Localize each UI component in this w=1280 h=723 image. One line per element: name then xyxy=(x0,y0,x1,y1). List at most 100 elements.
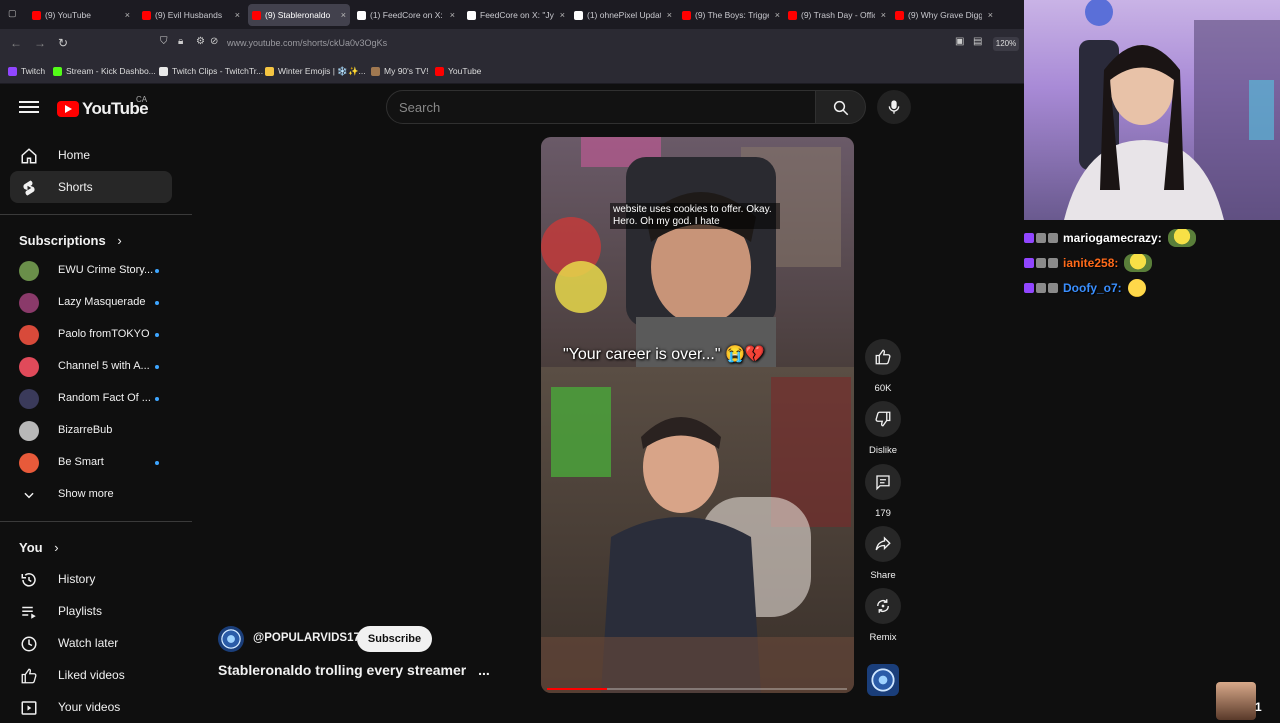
bookmark-label: YouTube xyxy=(448,66,482,76)
webcam-image xyxy=(1064,0,1280,220)
reload-icon[interactable]: ↻ xyxy=(58,36,68,50)
tab-favicon-icon xyxy=(467,10,476,20)
close-tab-icon[interactable]: × xyxy=(881,10,886,20)
browser-tab[interactable]: (9) Why Grave Digg × xyxy=(895,4,993,26)
microphone-icon xyxy=(888,100,900,114)
subscribe-button[interactable]: Subscribe xyxy=(357,626,432,652)
browser-tab[interactable]: (9) Trash Day - Offic × xyxy=(788,4,886,26)
forward-icon[interactable]: → xyxy=(34,36,46,50)
emoji-icon xyxy=(1127,279,1146,297)
sidebar-subscription-item[interactable]: Channel 5 with A... xyxy=(19,356,169,378)
thumbs-down-icon xyxy=(875,411,891,427)
bookmark-item[interactable]: My 90's TV! xyxy=(371,66,428,76)
tab-label: (1) ohnePixel Update xyxy=(587,10,661,20)
channel-avatar xyxy=(19,325,39,345)
youtube-logo[interactable]: YouTube CA xyxy=(57,95,149,119)
video-title[interactable]: Stableronaldo trolling every streamer ..… xyxy=(218,662,490,678)
sidebar-item-your-videos[interactable]: Your videos xyxy=(10,691,172,723)
bookmark-favicon-icon xyxy=(265,67,274,76)
comments-button[interactable]: 179 xyxy=(865,464,901,519)
chat-badge-icon xyxy=(1048,258,1058,268)
sidebar-subscription-item[interactable]: Be Smart xyxy=(19,452,169,474)
close-tab-icon[interactable]: × xyxy=(988,10,993,20)
channel-avatar xyxy=(19,389,39,409)
browser-tab[interactable]: (9) YouTube × xyxy=(32,4,130,26)
like-button[interactable]: 60K xyxy=(865,339,901,394)
url-text[interactable]: www.youtube.com/shorts/ckUa0v3OgKs xyxy=(227,38,387,48)
search-button[interactable] xyxy=(815,90,866,124)
browser-tab[interactable]: (9) Evil Husbands × xyxy=(142,4,240,26)
chat-badge-icon xyxy=(1048,283,1058,293)
sidebar-item-label: Your videos xyxy=(58,700,121,714)
search-icon xyxy=(833,100,849,116)
search-input[interactable]: Search xyxy=(386,90,816,124)
channel-name[interactable]: @POPULARVIDS17 xyxy=(253,632,360,644)
browser-tab[interactable]: (1) FeedCore on X: " × xyxy=(357,4,455,26)
chat-badge-icon xyxy=(1036,283,1046,293)
shorts-video-player[interactable]: website uses cookies to offer. Okay. Her… xyxy=(541,137,854,693)
you-heading[interactable]: You › xyxy=(19,540,59,555)
history-icon xyxy=(21,573,36,587)
back-icon[interactable]: ← xyxy=(10,36,22,50)
bookmark-favicon-icon xyxy=(8,66,17,76)
sidebar-item-label: Shorts xyxy=(58,180,93,194)
tab-favicon-icon xyxy=(32,10,41,20)
channel-avatar xyxy=(19,293,39,313)
share-button[interactable]: Share xyxy=(865,526,901,581)
channel-avatar xyxy=(19,357,39,377)
channel-avatar[interactable] xyxy=(218,626,244,652)
sidebar-subscription-item[interactable]: Paolo fromTOKYO xyxy=(19,324,169,346)
remix-icon xyxy=(877,599,889,613)
sidebar-subscription-item[interactable]: EWU Crime Story... xyxy=(19,260,169,282)
show-more-button[interactable]: Show more xyxy=(19,484,169,506)
close-tab-icon[interactable]: × xyxy=(560,10,565,20)
chevron-right-icon: › xyxy=(54,540,59,555)
shield-icon[interactable]: ⛉ xyxy=(160,36,168,47)
pip-icon[interactable]: ▣ xyxy=(955,36,964,47)
close-tab-icon[interactable]: × xyxy=(775,10,780,20)
browser-url-bar: ← → ↻ ⛉ 🔒︎ ⚙ ⊘ www.youtube.com/shorts/ck… xyxy=(0,30,1024,58)
close-tab-icon[interactable]: × xyxy=(667,10,672,20)
remix-button[interactable]: Remix xyxy=(865,588,901,643)
sidebar-subscription-item[interactable]: Lazy Masquerade xyxy=(19,292,169,314)
sidebar-subscription-item[interactable]: Random Fact Of ... xyxy=(19,388,169,410)
sound-source-thumbnail[interactable] xyxy=(867,664,899,696)
autoplay-blocked-icon[interactable]: ⊘ xyxy=(210,36,218,47)
dislike-button[interactable]: Dislike xyxy=(865,401,901,456)
tab-favicon-icon xyxy=(682,10,691,20)
close-tab-icon[interactable]: × xyxy=(235,10,240,20)
new-content-dot xyxy=(155,365,159,369)
sidebar-item-history[interactable]: History xyxy=(10,563,172,595)
chat-badge-icon xyxy=(1024,258,1034,268)
subscriptions-heading[interactable]: Subscriptions › xyxy=(19,233,122,248)
video-progress-bar[interactable] xyxy=(547,688,847,690)
sidebar-item-label: History xyxy=(58,572,96,586)
bookmark-item[interactable]: Winter Emojis | ❄️✨... xyxy=(265,66,366,77)
close-tab-icon[interactable]: × xyxy=(450,10,455,20)
sidebar-item-watch-later[interactable]: Watch later xyxy=(10,627,172,659)
tab-list-icon[interactable]: ▢ xyxy=(8,8,17,19)
permissions-icon[interactable]: ⚙ xyxy=(196,36,205,47)
browser-tab[interactable]: (9) The Boys: Trigger × xyxy=(682,4,780,26)
close-tab-icon[interactable]: × xyxy=(341,10,346,20)
browser-tab[interactable]: (1) ohnePixel Update × xyxy=(574,4,672,26)
lock-icon[interactable]: 🔒︎ xyxy=(178,36,183,47)
sidebar-item-playlists[interactable]: Playlists xyxy=(10,595,172,627)
video-progress-fill xyxy=(547,688,607,690)
bookmark-item[interactable]: Stream - Kick Dashbo... xyxy=(53,66,156,76)
menu-icon[interactable] xyxy=(19,98,39,116)
voice-search-button[interactable] xyxy=(877,90,911,124)
browser-tab[interactable]: FeedCore on X: "Jyn × xyxy=(467,4,565,26)
bookmark-item[interactable]: Twitch Clips - TwitchTr... xyxy=(159,66,263,76)
sidebar-item-shorts[interactable]: Shorts xyxy=(10,171,172,203)
subscription-name: Random Fact Of ... xyxy=(58,392,151,404)
close-tab-icon[interactable]: × xyxy=(125,10,130,20)
reader-icon[interactable]: ▤ xyxy=(973,36,982,47)
sidebar-item-liked-videos[interactable]: Liked videos xyxy=(10,659,172,691)
bookmark-item[interactable]: YouTube xyxy=(435,66,481,76)
bookmark-item[interactable]: Twitch xyxy=(8,66,45,76)
browser-tab[interactable]: (9) Stableronaldo × xyxy=(248,4,350,26)
sidebar-item-home[interactable]: Home xyxy=(10,139,172,171)
sidebar-subscription-item[interactable]: BizarreBub xyxy=(19,420,169,442)
zoom-level[interactable]: 120% xyxy=(993,37,1019,51)
